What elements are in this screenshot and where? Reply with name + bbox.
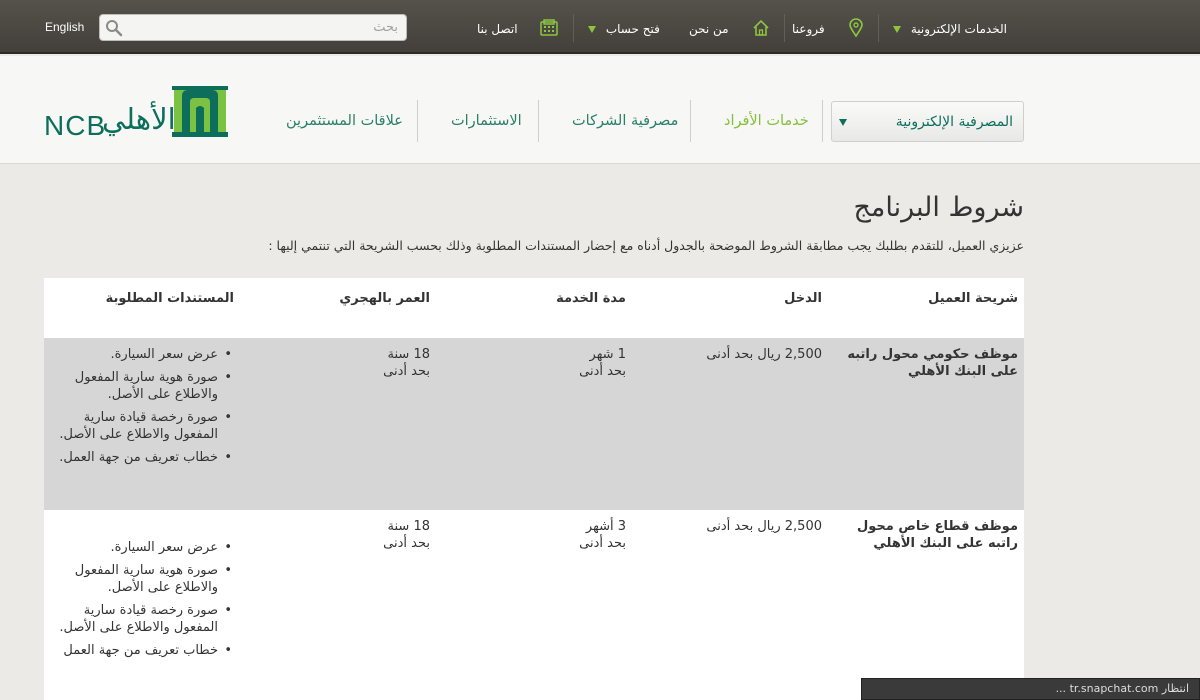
dropdown-arrow-icon — [588, 26, 596, 33]
topbar-divider — [878, 14, 879, 42]
header-service: مدة الخدمة — [556, 291, 626, 306]
ebanking-dropdown-label: المصرفية الإلكترونية — [895, 114, 1013, 130]
list-item: صورة هوية سارية المفعول والاطلاع على الأ… — [44, 369, 234, 403]
conditions-table: شريحة العميل الدخل مدة الخدمة العمر باله… — [44, 278, 1024, 700]
list-item: صورة رخصة قيادة سارية المفعول والاطلاع ع… — [44, 602, 234, 636]
nav-divider — [822, 100, 823, 142]
nav-corporate-banking[interactable]: مصرفية الشركات — [572, 113, 678, 129]
language-switch-link[interactable]: English — [45, 20, 84, 34]
header-segment: شريحة العميل — [928, 291, 1018, 306]
top-bar: English اتصل بنا فتح حساب من نحن فروعنا … — [0, 0, 1200, 54]
table-row: موظف حكومي محول راتبه على البنك الأهلي 2,… — [44, 338, 1024, 510]
cell-segment: موظف قطاع خاص محول راتبه على البنك الأهلي — [856, 519, 1018, 551]
branches-link[interactable]: فروعنا — [792, 22, 825, 36]
topbar-divider — [573, 14, 574, 42]
nav-divider — [417, 100, 418, 142]
map-pin-icon — [849, 18, 863, 38]
nav-investor-relations[interactable]: علاقات المستثمرين — [286, 113, 403, 129]
list-item: عرض سعر السيارة. — [44, 346, 234, 363]
logo-text-en: NCB — [44, 110, 107, 141]
ebanking-dropdown[interactable]: المصرفية الإلكترونية — [831, 101, 1024, 142]
open-account-menu[interactable]: فتح حساب — [588, 22, 660, 36]
phone-icon — [540, 19, 558, 36]
search-icon[interactable] — [105, 19, 123, 37]
topbar-divider — [784, 14, 785, 42]
dropdown-arrow-icon — [839, 119, 847, 126]
search-input[interactable] — [128, 18, 398, 37]
browser-status-bar: انتظار tr.snapchat.com ... — [861, 678, 1200, 700]
cell-documents: عرض سعر السيارة. صورة هوية سارية المفعول… — [44, 346, 234, 472]
search-box[interactable] — [99, 14, 407, 41]
cell-service: 1 شهر بحد أدنى — [579, 347, 626, 379]
list-item: خطاب تعريف من جهة العمل. — [44, 449, 234, 466]
cell-segment: موظف حكومي محول راتبه على البنك الأهلي — [847, 347, 1018, 379]
eservices-menu[interactable]: الخدمات الإلكترونية — [893, 22, 1007, 36]
header-documents: المستندات المطلوبة — [105, 291, 234, 306]
cell-service: 3 أشهر بحد أدنى — [579, 519, 626, 551]
header-income: الدخل — [784, 291, 822, 306]
list-item: صورة هوية سارية المفعول والاطلاع على الأ… — [44, 562, 234, 596]
list-item: عرض سعر السيارة. — [44, 539, 234, 556]
cell-income: 2,500 ريال بحد أدنى — [706, 519, 822, 534]
cell-documents: عرض سعر السيارة. صورة هوية سارية المفعول… — [44, 539, 234, 665]
dropdown-arrow-icon — [893, 26, 901, 33]
open-account-label: فتح حساب — [605, 22, 660, 36]
nav-divider — [538, 100, 539, 142]
nav-divider — [690, 100, 691, 142]
contact-us-link[interactable]: اتصل بنا — [477, 22, 518, 36]
logo-text-ar: الأهلي — [102, 102, 176, 136]
home-icon — [753, 19, 769, 36]
intro-text: عزيزي العميل، للتقدم بطلبك يجب مطابقة ال… — [268, 238, 1024, 253]
header-age: العمر بالهجري — [339, 291, 430, 306]
table-row: موظف قطاع خاص محول راتبه على البنك الأهلي… — [44, 510, 1024, 700]
eservices-label: الخدمات الإلكترونية — [910, 22, 1007, 36]
cell-age: 18 سنة بحد أدنى — [383, 519, 430, 551]
nav-investments[interactable]: الاستثمارات — [451, 113, 522, 129]
about-us-link[interactable]: من نحن — [689, 22, 729, 36]
cell-age: 18 سنة بحد أدنى — [383, 347, 430, 379]
nav-personal-services[interactable]: خدمات الأفراد — [724, 113, 809, 129]
page-title: شروط البرنامج — [853, 192, 1024, 223]
list-item: صورة رخصة قيادة سارية المفعول والاطلاع ع… — [44, 409, 234, 443]
cell-income: 2,500 ريال بحد أدنى — [706, 347, 822, 362]
list-item: خطاب تعريف من جهة العمل — [44, 642, 234, 659]
